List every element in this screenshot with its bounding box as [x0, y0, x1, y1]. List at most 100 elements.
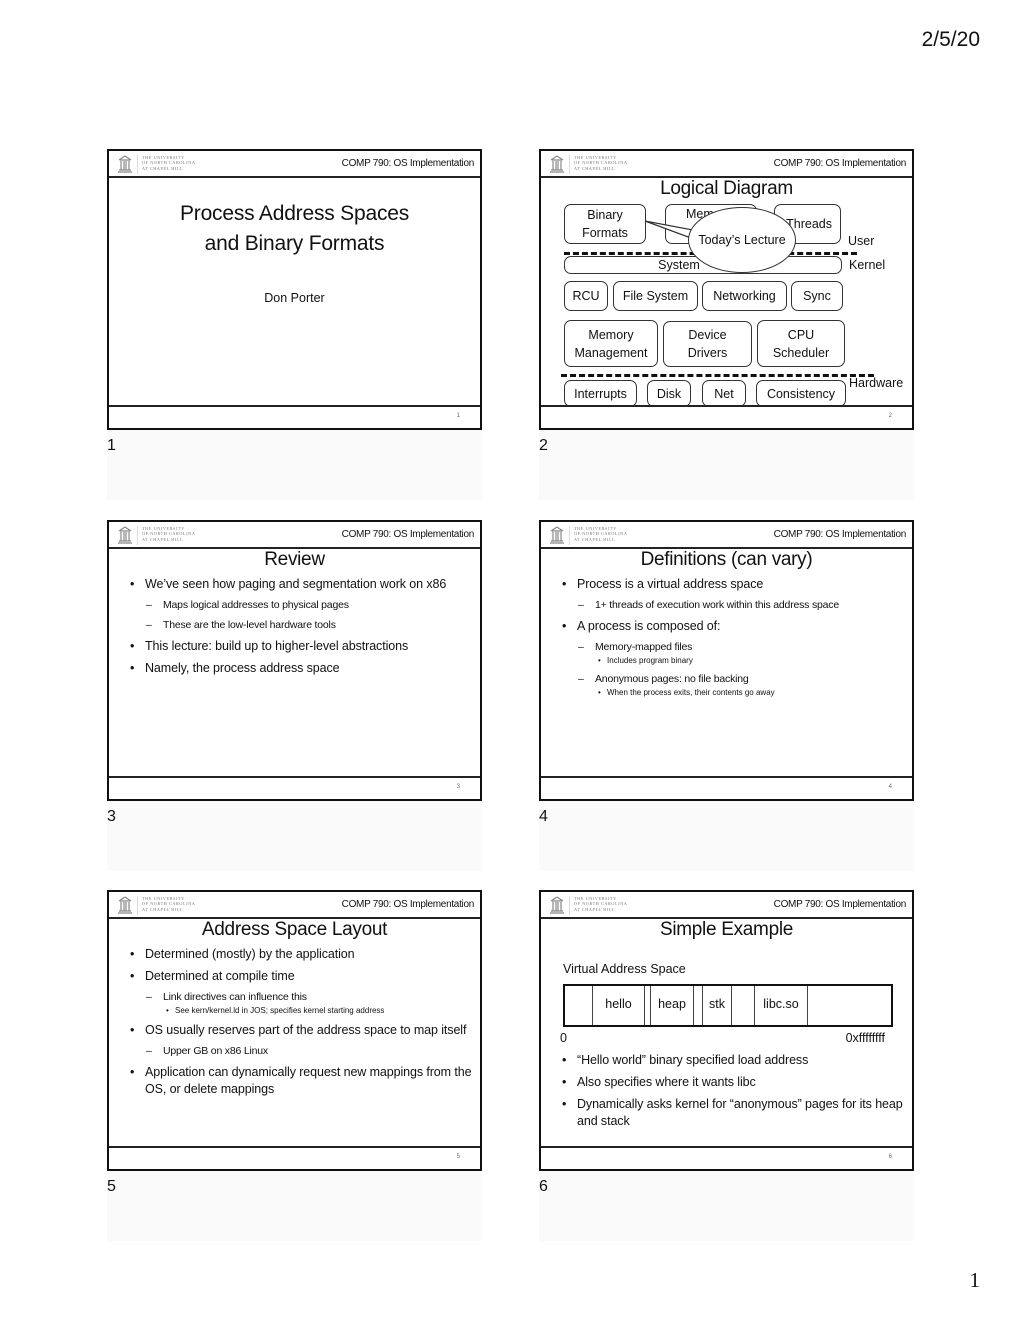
bullet-level-2: Anonymous pages: no file backing	[559, 672, 904, 686]
slide-header: The University of North Carolina at Chapel…	[109, 892, 480, 919]
bullet-level-1: Determined at compile time	[127, 968, 472, 985]
box-memory-management: Memory Management	[564, 320, 658, 367]
slide-footer-number: 1	[456, 413, 460, 419]
segment-gap	[693, 986, 702, 1025]
notes-area	[539, 1171, 914, 1241]
slide-footer-number: 6	[888, 1154, 892, 1160]
slide-header: The University of North Carolina at Chapel…	[541, 892, 912, 919]
bullet-level-1: Also specifies where it wants libc	[559, 1074, 904, 1091]
box-interrupts: Interrupts	[564, 380, 637, 407]
virtual-address-space-label: Virtual Address Space	[563, 962, 686, 976]
slide-index: 6	[539, 1178, 548, 1195]
bullet-level-1: A process is composed of:	[559, 618, 904, 635]
bullet-level-1: We’ve seen how paging and segmentation w…	[127, 576, 472, 593]
course-title: COMP 790: OS Implementation	[773, 899, 907, 910]
notes-area	[107, 801, 482, 871]
bullet-level-1: Application can dynamically request new …	[127, 1064, 472, 1098]
slide-footer: 3	[109, 776, 480, 799]
segment-empty	[565, 986, 592, 1025]
layer-label-kernel: Kernel	[849, 258, 886, 272]
university-name: The University of North Carolina at Chapel…	[574, 526, 628, 542]
slide-4: The University of North Carolina at Chapel…	[539, 520, 914, 801]
slide-footer: 6	[541, 1146, 912, 1169]
unc-logo-icon	[550, 155, 564, 173]
bullet-level-1: “Hello world” binary specified load addr…	[559, 1052, 904, 1069]
course-title: COMP 790: OS Implementation	[773, 529, 907, 540]
slide-footer-number: 3	[456, 784, 460, 790]
slide-title: Address Space Layout	[201, 919, 388, 940]
address-high: 0xffffffff	[845, 1031, 885, 1045]
unc-logo-icon	[118, 155, 132, 173]
bullet-list: Process is a virtual address space 1+ thr…	[559, 576, 904, 704]
box-binary-formats: Binary Formats	[564, 204, 646, 244]
segment-libc: libc.so	[754, 986, 807, 1025]
box-sync: Sync	[791, 281, 843, 311]
bullet-level-1: Determined (mostly) by the application	[127, 946, 472, 963]
university-name: The University of North Carolina at Chapel…	[142, 155, 196, 171]
segment-stk: stk	[702, 986, 731, 1025]
slide-header: The University of North Carolina at Chapel…	[541, 151, 912, 178]
university-name: The University of North Carolina at Chapel…	[142, 526, 196, 542]
notes-area	[107, 1171, 482, 1241]
notes-area	[107, 430, 482, 500]
slide-footer: 5	[109, 1146, 480, 1169]
box-cpu-scheduler: CPU Scheduler	[757, 320, 845, 367]
box-device-drivers: Device Drivers	[663, 321, 752, 367]
slide-footer-number: 4	[888, 784, 892, 790]
slide-index: 1	[107, 437, 116, 454]
slide-title: Logical Diagram	[660, 178, 793, 199]
bullet-level-1: Dynamically asks kernel for “anonymous” …	[559, 1096, 904, 1130]
segment-heap: heap	[650, 986, 693, 1025]
bullet-level-2: Link directives can influence this	[127, 990, 472, 1004]
bullet-level-3: When the process exits, their contents g…	[559, 688, 904, 698]
bullet-level-2: Upper GB on x86 Linux	[127, 1044, 472, 1058]
slide-title: Simple Example	[659, 919, 794, 940]
course-title: COMP 790: OS Implementation	[341, 529, 475, 540]
slide-footer: 2	[541, 405, 912, 428]
page-number: 1	[969, 1268, 981, 1292]
bullet-level-2: Maps logical addresses to physical pages	[127, 598, 472, 612]
bullet-level-2: These are the low-level hardware tools	[127, 618, 472, 632]
box-net: Net	[702, 380, 746, 407]
slide-index: 2	[539, 437, 548, 454]
slide-index: 4	[539, 808, 548, 825]
slide-5: The University of North Carolina at Chapel…	[107, 890, 482, 1171]
slide-title: Definitions (can vary)	[640, 549, 813, 570]
box-rcu: RCU	[564, 281, 608, 311]
bullet-level-1: Namely, the process address space	[127, 660, 472, 677]
todays-lecture-callout: Today’s Lecture	[688, 207, 796, 273]
box-disk: Disk	[647, 380, 691, 407]
box-networking: Networking	[702, 281, 787, 311]
bullet-level-1: This lecture: build up to higher-level a…	[127, 638, 472, 655]
university-name: The University of North Carolina at Chapel…	[574, 896, 628, 912]
slide-index: 5	[107, 1178, 116, 1195]
slide-title: Review	[264, 549, 325, 570]
bullet-level-2: 1+ threads of execution work within this…	[559, 598, 904, 612]
bullet-level-3: See kern/kernel.ld in JOS; specifies ker…	[127, 1006, 472, 1016]
bullet-level-1: OS usually reserves part of the address …	[127, 1022, 472, 1039]
notes-area	[539, 430, 914, 500]
slide-1: The University of North Carolina at Chapel…	[107, 149, 482, 430]
course-title: COMP 790: OS Implementation	[773, 158, 907, 169]
bullet-list: We’ve seen how paging and segmentation w…	[127, 576, 472, 682]
address-low: 0	[560, 1031, 567, 1045]
course-title: COMP 790: OS Implementation	[341, 158, 475, 169]
box-file-system: File System	[613, 281, 698, 311]
address-space-bar: hello heap stk libc.so	[563, 984, 893, 1027]
unc-logo-icon	[550, 526, 564, 544]
university-name: The University of North Carolina at Chapel…	[574, 155, 628, 171]
segment-hello: hello	[592, 986, 644, 1025]
layer-label-hardware: Hardware	[849, 376, 904, 390]
slide-footer: 1	[109, 405, 480, 428]
slide-footer-number: 2	[888, 413, 892, 419]
slide-3: The University of North Carolina at Chapel…	[107, 520, 482, 801]
slide-footer-number: 5	[456, 1154, 460, 1160]
author: Don Porter	[264, 291, 325, 305]
unc-logo-icon	[118, 526, 132, 544]
slide-index: 3	[107, 808, 116, 825]
slide-6: The University of North Carolina at Chapel…	[539, 890, 914, 1171]
bullet-level-3: Includes program binary	[559, 656, 904, 666]
slide-2: The University of North Carolina at Chapel…	[539, 149, 914, 430]
university-name: The University of North Carolina at Chapel…	[142, 896, 196, 912]
slide-header: The University of North Carolina at Chapel…	[541, 522, 912, 549]
